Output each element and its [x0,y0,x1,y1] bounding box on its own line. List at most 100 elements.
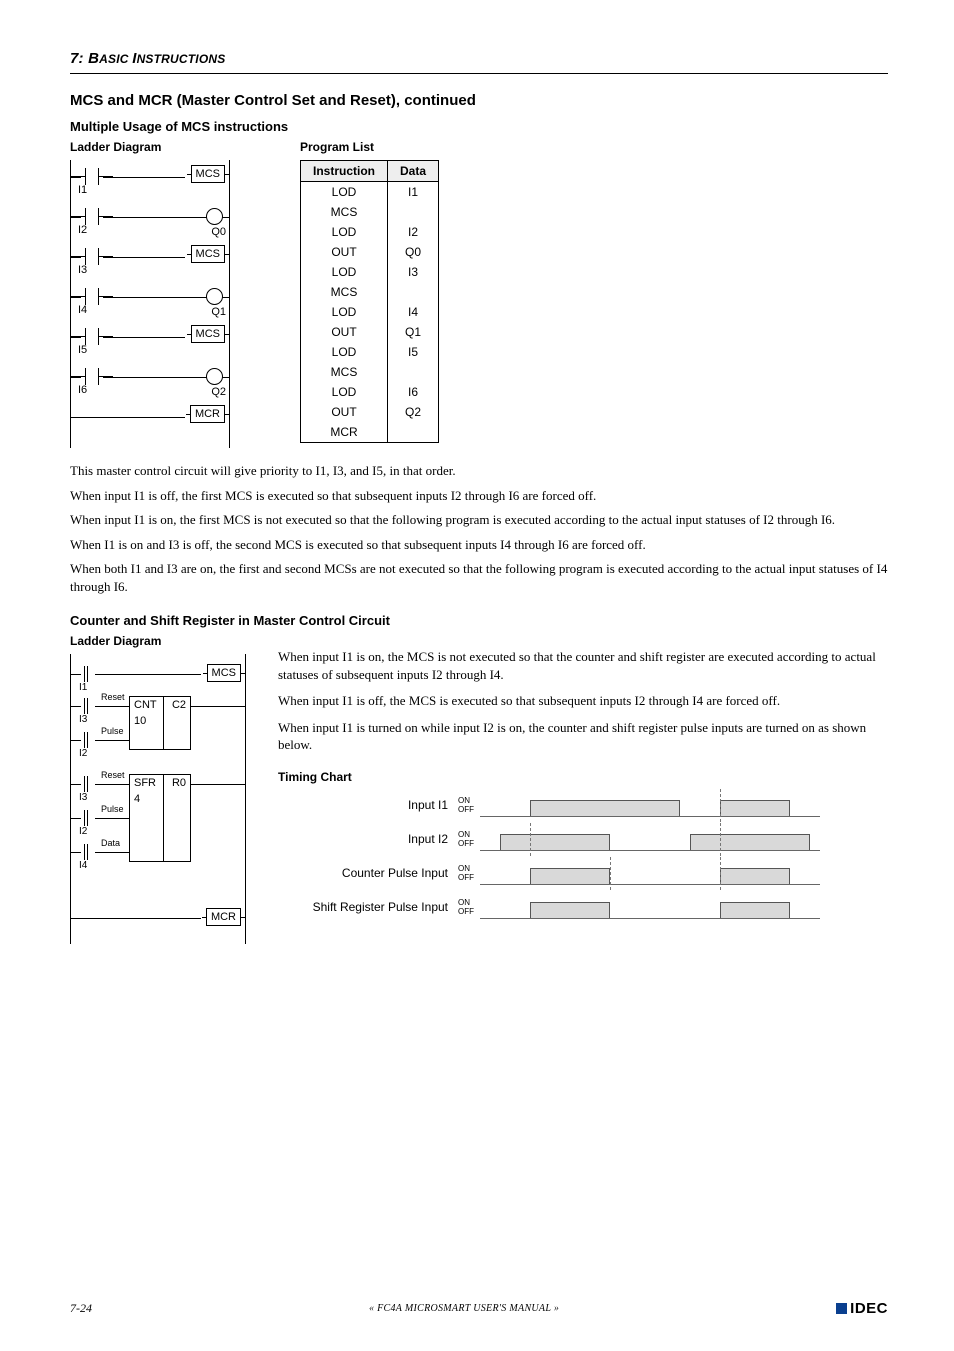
table-cell: Q1 [388,322,439,342]
mcr-box-2: MCR [206,908,241,926]
timing-row-label: Input I1 [278,798,458,812]
sfr-output: R0 [172,777,186,789]
logo-square-icon [836,1303,847,1314]
mcs-box-2: MCS [191,245,225,263]
paragraph: This master control circuit will give pr… [70,462,888,480]
timing-row-label: Shift Register Pulse Input [278,900,458,914]
ladder2-heading: Ladder Diagram [70,634,246,648]
contact-i1: I1 [78,184,87,196]
reset-label-1: Reset [101,692,125,702]
contact-i3-2: I3 [79,714,87,725]
ladder-diagram-1: I1 MCS I2 Q0 I3 [70,160,230,448]
on-label: ON [458,898,480,907]
paragraph: When input I1 is off, the MCS is execute… [278,692,888,710]
contact-i4-2: I4 [79,860,87,871]
contact-i1-2: I1 [79,682,87,693]
paragraph: When input I1 is off, the first MCS is e… [70,487,888,505]
chapter-num: 7: [70,50,84,67]
subsection-heading: Multiple Usage of MCS instructions [70,119,888,134]
table-cell: MCS [301,202,388,222]
chapter-title-b: B [88,50,99,67]
table-cell: OUT [301,402,388,422]
on-label: ON [458,864,480,873]
timing-row-label: Counter Pulse Input [278,866,458,880]
body-text-block: This master control circuit will give pr… [70,462,888,595]
on-label: ON [458,796,480,805]
contact-i3-3: I3 [79,792,87,803]
off-label: OFF [458,839,480,848]
timing-row-label: Input I2 [278,832,458,846]
reset-label-2: Reset [101,770,125,780]
table-cell: OUT [301,322,388,342]
program-list-table: Instruction Data LODI1 MCS LODI2 OUTQ0 L… [300,160,439,443]
table-cell: MCS [301,362,388,382]
contact-i2: I2 [78,224,87,236]
cnt-label: CNT [134,699,157,711]
pulse-label-2: Pulse [101,804,124,814]
paragraph: When input I1 is turned on while input I… [278,719,888,754]
program-list-heading: Program List [300,140,439,154]
paragraph: When I1 is on and I3 is off, the second … [70,536,888,554]
contact-i3: I3 [78,264,87,276]
mcs-box-1: MCS [191,165,225,183]
cnt-preset: 10 [134,715,146,727]
page-footer: 7-24 « FC4A MICROSMART USER'S MANUAL » I… [70,1300,888,1317]
paragraph: When input I1 is on, the MCS is not exec… [278,648,888,683]
subsection-heading-2: Counter and Shift Register in Master Con… [70,613,888,628]
contact-i5: I5 [78,344,87,356]
table-cell [388,282,439,302]
paragraph: When both I1 and I3 are on, the first an… [70,560,888,595]
coil-q0: Q0 [211,226,226,238]
table-cell: I2 [388,222,439,242]
table-cell: LOD [301,382,388,402]
chapter-title-nstructions: NSTRUCTIONS [137,52,226,66]
paragraph: When input I1 is on, the first MCS is no… [70,511,888,529]
th-data: Data [388,161,439,182]
table-cell: I1 [388,182,439,203]
sfr-len: 4 [134,793,140,805]
cnt-output: C2 [172,699,186,711]
table-cell: I5 [388,342,439,362]
section-heading: MCS and MCR (Master Control Set and Rese… [70,92,888,109]
table-cell: LOD [301,342,388,362]
coil-q1: Q1 [211,306,226,318]
chapter-header: 7: BASIC INSTRUCTIONS [70,50,888,74]
mcs-box-3: MCS [191,325,225,343]
table-cell: LOD [301,222,388,242]
on-label: ON [458,830,480,839]
data-label: Data [101,838,120,848]
table-cell: LOD [301,302,388,322]
contact-i4: I4 [78,304,87,316]
off-label: OFF [458,873,480,882]
table-cell: MCS [301,282,388,302]
page-number: 7-24 [70,1301,92,1316]
table-cell: Q0 [388,242,439,262]
th-instruction: Instruction [301,161,388,182]
table-cell: LOD [301,182,388,203]
off-label: OFF [458,907,480,916]
brand-text: IDEC [850,1300,888,1317]
table-cell: I6 [388,382,439,402]
table-cell: OUT [301,242,388,262]
contact-i2-3: I2 [79,826,87,837]
table-cell: I4 [388,302,439,322]
table-cell [388,422,439,443]
off-label: OFF [458,805,480,814]
timing-heading: Timing Chart [278,770,888,784]
coil-q2: Q2 [211,386,226,398]
table-cell: Q2 [388,402,439,422]
mcr-box: MCR [190,405,225,423]
brand-logo: IDEC [836,1300,888,1317]
contact-i6: I6 [78,384,87,396]
table-cell [388,362,439,382]
ladder-heading: Ladder Diagram [70,140,230,154]
mcs-box-4: MCS [207,664,241,682]
ladder-diagram-2: I1 MCS Reset I3 Pulse I2 CNT [70,654,246,944]
table-cell: LOD [301,262,388,282]
table-cell: I3 [388,262,439,282]
contact-i2-2: I2 [79,748,87,759]
manual-title: « FC4A MICROSMART USER'S MANUAL » [369,1303,559,1314]
pulse-label-1: Pulse [101,726,124,736]
table-cell: MCR [301,422,388,443]
table-cell [388,202,439,222]
